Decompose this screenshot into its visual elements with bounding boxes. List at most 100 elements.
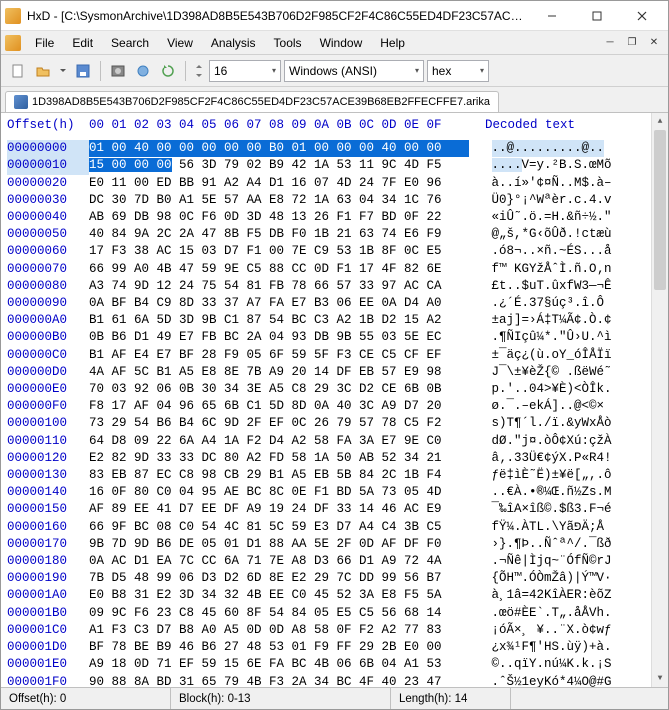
row-bytes[interactable]: A9 18 0D 71 EF 59 15 6E FA BC 4B 06 6B 0… [89,656,469,673]
row-decoded[interactable]: .œö#ÈE`.T„.åÅVh. [492,605,612,622]
scroll-down-arrow[interactable]: ▼ [652,670,668,687]
bytes-per-row-spin-down[interactable] [192,60,206,82]
row-decoded[interactable]: «iÛ˜.ö.=H.&ñ÷½." [492,209,612,226]
hex-row[interactable]: 000000F0 F8 17 AF 04 96 65 6B C1 5D 8D 0… [7,398,668,415]
hex-row[interactable]: 00000110 64 D8 09 22 6A A4 1A F2 D4 A2 5… [7,433,668,450]
hex-row[interactable]: 00000140 16 0F 80 C0 04 95 AE BC 8C 0E F… [7,484,668,501]
hex-row[interactable]: 000000D0 4A AF 5C B1 A5 E8 8E 7B A9 20 1… [7,364,668,381]
row-bytes[interactable]: F8 17 AF 04 96 65 6B C1 5D 8D 0A 40 3C A… [89,398,469,415]
hex-row[interactable]: 00000100 73 29 54 B6 B4 6C 9D 2F EF 0C 2… [7,415,668,432]
row-decoded[interactable]: .ó8¬..×ñ.~ÉS...å [492,243,612,260]
row-bytes[interactable]: 66 9F BC 08 C0 54 4C 81 5C 59 E3 D7 A4 C… [89,519,469,536]
row-decoded[interactable]: ..€À.•®¼Œ.ñ½Zs.M [492,484,612,501]
menu-search[interactable]: Search [103,34,157,52]
menu-view[interactable]: View [159,34,201,52]
hex-data-area[interactable]: 00000000 01 00 40 00 00 00 00 00 B0 01 0… [7,140,668,687]
base-combo[interactable]: hex ▾ [427,60,489,82]
hex-row[interactable]: 00000150 AF 89 EE 41 D7 EE DF A9 19 24 D… [7,501,668,518]
row-bytes[interactable]: E2 82 9D 33 33 DC 80 A2 FD 58 1A 50 AB 5… [89,450,469,467]
row-decoded[interactable]: ¿x¾¹F¶'HS.ùÿ)+à. [492,639,612,656]
row-bytes[interactable]: 16 0F 80 C0 04 95 AE BC 8C 0E F1 BD 5A 7… [89,484,469,501]
row-bytes[interactable]: E0 11 00 ED BB 91 A2 A4 D1 16 07 4D 24 7… [89,175,469,192]
save-button[interactable] [72,60,94,82]
open-file-button[interactable] [32,60,54,82]
row-decoded[interactable]: ›}.¶Þ..Ñˆª^/.¯ßð [492,536,612,553]
hex-row[interactable]: 000001A0 E0 B8 31 E2 3D 34 32 4B EE C0 4… [7,587,668,604]
hex-row[interactable]: 000001F0 90 88 8A BD 31 65 79 4B F3 2A 3… [7,674,668,688]
hex-row[interactable]: 00000130 83 EB 87 EC C8 98 CB 29 B1 A5 E… [7,467,668,484]
minimize-button[interactable] [529,2,574,30]
hex-row[interactable]: 00000070 66 99 A0 4B 47 59 9E C5 88 CC 0… [7,261,668,278]
row-decoded[interactable]: f™ KGYžÅˆÌ.ñ.O‚n [492,261,612,278]
row-decoded[interactable]: ø.¯.–ekÁ]..@<©× [492,398,612,415]
hex-row[interactable]: 00000040 AB 69 DB 98 0C F6 0D 3D 48 13 2… [7,209,668,226]
hex-row[interactable]: 00000020 E0 11 00 ED BB 91 A2 A4 D1 16 0… [7,175,668,192]
row-decoded[interactable]: ±aj]=›Á‡T¼Ã¢.Ò.¢ [492,312,612,329]
row-bytes[interactable]: E0 B8 31 E2 3D 34 32 4B EE C0 45 52 3A E… [89,587,469,604]
row-decoded[interactable]: @„š,*G‹õÛð.!ctæù [492,226,612,243]
row-bytes[interactable]: DC 30 7D B0 A1 5E 57 AA E8 72 1A 63 04 3… [89,192,469,209]
hex-editor[interactable]: Offset(h)00 01 02 03 04 05 06 07 08 09 0… [1,113,668,687]
open-disk-button[interactable] [107,60,129,82]
row-decoded[interactable]: ..@.........@.. [492,140,605,157]
row-bytes[interactable]: AF 89 EE 41 D7 EE DF A9 19 24 DF 33 14 4… [89,501,469,518]
row-bytes[interactable]: 0B B6 D1 49 E7 FB BC 2A 04 93 DB 9B 55 0… [89,329,469,346]
menu-tools[interactable]: Tools [266,34,310,52]
hex-row[interactable]: 00000050 40 84 9A 2C 2A 47 8B F5 DB F0 1… [7,226,668,243]
menu-window[interactable]: Window [312,34,371,52]
row-decoded[interactable]: .¿´É.37§úç³.î.Ô [492,295,612,312]
vertical-scrollbar[interactable]: ▲ ▼ [651,113,668,687]
hex-row[interactable]: 000001E0 A9 18 0D 71 EF 59 15 6E FA BC 4… [7,656,668,673]
hex-row[interactable]: 00000120 E2 82 9D 33 33 DC 80 A2 FD 58 1… [7,450,668,467]
hex-row[interactable]: 000001B0 09 9C F6 23 C8 45 60 8F 54 84 0… [7,605,668,622]
hex-row[interactable]: 000001D0 BF 78 BE B9 46 B6 27 48 53 01 F… [7,639,668,656]
row-bytes[interactable]: 90 88 8A BD 31 65 79 4B F3 2A 34 BC 4F 4… [89,674,469,688]
close-button[interactable] [619,2,664,30]
row-bytes[interactable]: 0A AC D1 EA 7C CC 6A 71 7E A8 D3 66 D1 A… [89,553,469,570]
hex-row[interactable]: 00000160 66 9F BC 08 C0 54 4C 81 5C 59 E… [7,519,668,536]
hex-row[interactable]: 000000E0 70 03 92 06 0B 30 34 3E A5 C8 2… [7,381,668,398]
scroll-thumb[interactable] [654,130,666,290]
row-decoded[interactable]: .¬Ñê|Ìjq~¨ÓfÑ©rJ [492,553,612,570]
menu-file[interactable]: File [27,34,62,52]
row-bytes[interactable]: B1 61 6A 5D 3D 9B C1 87 54 BC C3 A2 1B D… [89,312,469,329]
row-bytes[interactable]: 70 03 92 06 0B 30 34 3E A5 C8 29 3C D2 C… [89,381,469,398]
row-bytes[interactable]: 9B 7D 9D B6 DE 05 01 D1 88 AA 5E 2F 0D A… [89,536,469,553]
row-decoded[interactable]: â‚.33Ü€¢ýX.P«R4! [492,450,612,467]
row-bytes[interactable]: BF 78 BE B9 46 B6 27 48 53 01 F9 FF 29 2… [89,639,469,656]
row-bytes[interactable]: AB 69 DB 98 0C F6 0D 3D 48 13 26 F1 F7 B… [89,209,469,226]
row-decoded[interactable]: p.'..04>¥È)<ÒÎk. [492,381,612,398]
hex-row[interactable]: 000001C0 A1 F3 C3 D7 B8 A0 A5 0D 0D A8 5… [7,622,668,639]
row-decoded[interactable]: à..í»'¢¤Ñ..M$.à– [492,175,612,192]
row-bytes[interactable]: 83 EB 87 EC C8 98 CB 29 B1 A5 EB 5B 84 2… [89,467,469,484]
scroll-up-arrow[interactable]: ▲ [652,113,668,130]
row-decoded[interactable]: J¯\±¥èŽ{© .ßëWé˜ [492,364,612,381]
hex-row[interactable]: 00000190 7B D5 48 99 06 D3 D2 6D 8E E2 2… [7,570,668,587]
hex-row[interactable]: 000000B0 0B B6 D1 49 E7 FB BC 2A 04 93 D… [7,329,668,346]
row-decoded[interactable]: ¯‰îA×îß©.$ß3.F¬é [492,501,612,518]
open-ram-button[interactable] [132,60,154,82]
hex-row[interactable]: 000000A0 B1 61 6A 5D 3D 9B C1 87 54 BC C… [7,312,668,329]
row-bytes[interactable]: 17 F3 38 AC 15 03 D7 F1 00 7E C9 53 1B 8… [89,243,469,260]
mdi-close-button[interactable]: ✕ [644,35,664,51]
row-bytes[interactable]: 01 00 40 00 00 00 00 00 B0 01 00 00 00 4… [89,140,469,157]
row-decoded[interactable]: ±¯äç¿(ù.oY_óÎÅÏï [492,347,612,364]
menu-help[interactable]: Help [372,34,413,52]
hex-row[interactable]: 00000060 17 F3 38 AC 15 03 D7 F1 00 7E C… [7,243,668,260]
hex-row[interactable]: 00000030 DC 30 7D B0 A1 5E 57 AA E8 72 1… [7,192,668,209]
hex-row[interactable]: 00000170 9B 7D 9D B6 DE 05 01 D1 88 AA 5… [7,536,668,553]
bytes-per-row-combo[interactable]: 16 ▾ [209,60,281,82]
row-bytes[interactable]: A1 F3 C3 D7 B8 A0 A5 0D 0D A8 58 0F F2 A… [89,622,469,639]
row-bytes[interactable]: 4A AF 5C B1 A5 E8 8E 7B A9 20 14 DF EB 5… [89,364,469,381]
hex-row[interactable]: 00000080 A3 74 9D 12 24 75 54 81 FB 78 6… [7,278,668,295]
row-bytes[interactable]: 40 84 9A 2C 2A 47 8B F5 DB F0 1B 21 63 7… [89,226,469,243]
maximize-button[interactable] [574,2,619,30]
row-decoded[interactable]: fŸ¼.ÀTL.\YãפÄ;Å [492,519,605,536]
row-decoded[interactable]: {ÕH™.ÓÒmŽâ)|Ý™V· [492,570,612,587]
row-decoded[interactable]: £t..$uT.ûxfW3—¬Ê [492,278,612,295]
hex-row[interactable]: 00000010 15 00 00 00 56 3D 79 02 B9 42 1… [7,157,668,174]
row-bytes[interactable]: 0A BF B4 C9 8D 33 37 A7 FA E7 B3 06 EE 0… [89,295,469,312]
mdi-minimize-button[interactable]: ─ [600,35,620,51]
new-file-button[interactable] [7,60,29,82]
menu-analysis[interactable]: Analysis [203,34,264,52]
